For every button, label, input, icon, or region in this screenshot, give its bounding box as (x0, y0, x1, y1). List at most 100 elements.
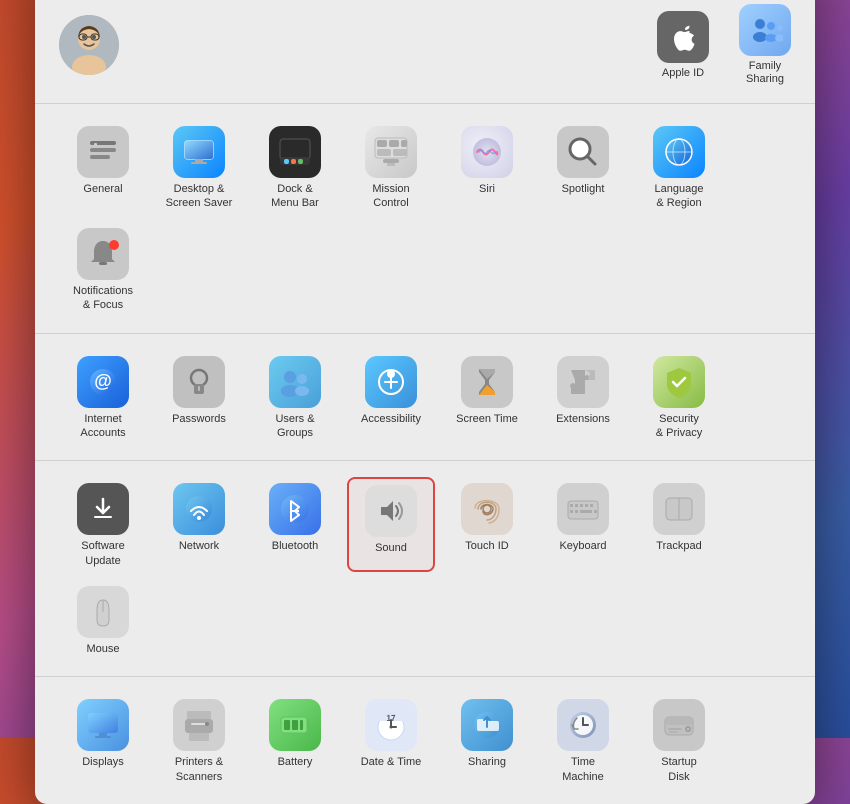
pref-item-general[interactable]: General (59, 120, 147, 215)
date-label: Date & Time (361, 755, 422, 769)
battery-icon (269, 699, 321, 751)
general-icon (77, 126, 129, 178)
printers-icon (173, 699, 225, 751)
pref-item-sharing[interactable]: Sharing (443, 693, 531, 788)
pref-item-touchid[interactable]: Touch ID (443, 477, 531, 572)
family-sharing-label: Family Sharing (746, 60, 784, 86)
pref-item-date[interactable]: 17 Date & Time (347, 693, 435, 788)
notifications-label: Notifications & Focus (73, 284, 133, 313)
system-preferences-window: ‹ › System Preferences (35, 0, 815, 804)
apple-id-label: Apple ID (662, 67, 704, 80)
pref-item-spotlight[interactable]: Spotlight (539, 120, 627, 215)
internet-label: Internet Accounts (80, 412, 125, 441)
trackpad-label: Trackpad (656, 539, 701, 553)
pref-item-mouse[interactable]: Mouse (59, 580, 147, 660)
softupdate-label: Software Update (81, 539, 124, 568)
pref-grid-row1: General (59, 120, 791, 317)
internet-icon: @ (77, 356, 129, 408)
timemachine-icon (557, 699, 609, 751)
touchid-label: Touch ID (465, 539, 508, 553)
section-row1: General (35, 104, 815, 334)
accessibility-icon (365, 356, 417, 408)
avatar-image (59, 15, 119, 75)
softupdate-icon (77, 483, 129, 535)
family-sharing-icon[interactable]: Family Sharing (739, 4, 791, 86)
startup-icon (653, 699, 705, 751)
date-icon: 17 (365, 699, 417, 751)
siri-icon (461, 126, 513, 178)
bluetooth-label: Bluetooth (272, 539, 318, 553)
pref-item-passwords[interactable]: Passwords (155, 350, 243, 445)
apple-id-icon[interactable]: Apple ID (657, 11, 709, 80)
accessibility-label: Accessibility (361, 412, 421, 426)
keyboard-icon (557, 483, 609, 535)
pref-grid-row3: Software Update (59, 477, 791, 660)
pref-item-printers[interactable]: Printers & Scanners (155, 693, 243, 788)
avatar[interactable] (59, 15, 119, 75)
general-label: General (83, 182, 122, 196)
screentime-icon (461, 356, 513, 408)
pref-item-internet[interactable]: @ Internet Accounts (59, 350, 147, 445)
svg-text:@: @ (94, 371, 112, 391)
pref-item-desktop[interactable]: Desktop & Screen Saver (155, 120, 243, 215)
trackpad-icon (653, 483, 705, 535)
pref-item-softupdate[interactable]: Software Update (59, 477, 147, 572)
profile-row: Apple ID Family Sharing (35, 0, 815, 104)
pref-item-extensions[interactable]: Extensions (539, 350, 627, 445)
pref-item-accessibility[interactable]: Accessibility (347, 350, 435, 445)
displays-label: Displays (82, 755, 124, 769)
mission-icon (365, 126, 417, 178)
mouse-icon (77, 586, 129, 638)
screentime-label: Screen Time (456, 412, 518, 426)
battery-label: Battery (278, 755, 313, 769)
apple-logo-icon (667, 21, 699, 53)
profile-icons: Apple ID Family Sharing (657, 4, 791, 86)
spotlight-icon (557, 126, 609, 178)
pref-item-notifications[interactable]: Notifications & Focus (59, 222, 147, 317)
passwords-label: Passwords (172, 412, 226, 426)
pref-item-language[interactable]: Language & Region (635, 120, 723, 215)
pref-item-trackpad[interactable]: Trackpad (635, 477, 723, 572)
users-icon (269, 356, 321, 408)
pref-item-dock[interactable]: Dock & Menu Bar (251, 120, 339, 215)
mission-label: Mission Control (372, 182, 409, 211)
pref-item-security[interactable]: Security & Privacy (635, 350, 723, 445)
timemachine-label: Time Machine (562, 755, 604, 784)
extensions-icon (557, 356, 609, 408)
pref-item-timemachine[interactable]: Time Machine (539, 693, 627, 788)
pref-item-siri[interactable]: Siri (443, 120, 531, 215)
pref-grid-row4: Displays Printers & Scanners (59, 693, 791, 788)
keyboard-label: Keyboard (559, 539, 606, 553)
pref-item-screentime[interactable]: Screen Time (443, 350, 531, 445)
language-icon (653, 126, 705, 178)
passwords-icon (173, 356, 225, 408)
pref-item-battery[interactable]: Battery (251, 693, 339, 788)
dock-label: Dock & Menu Bar (271, 182, 319, 211)
desktop-icon (173, 126, 225, 178)
pref-item-displays[interactable]: Displays (59, 693, 147, 788)
displays-icon (77, 699, 129, 751)
pref-item-users[interactable]: Users & Groups (251, 350, 339, 445)
family-sharing-image (747, 12, 783, 48)
mouse-label: Mouse (86, 642, 119, 656)
pref-item-startup[interactable]: Startup Disk (635, 693, 723, 788)
pref-item-sound[interactable]: Sound (347, 477, 435, 572)
sound-label: Sound (375, 541, 407, 555)
pref-item-bluetooth[interactable]: Bluetooth (251, 477, 339, 572)
startup-label: Startup Disk (661, 755, 696, 784)
section-row4: Displays Printers & Scanners (35, 677, 815, 804)
touchid-icon (461, 483, 513, 535)
printers-label: Printers & Scanners (175, 755, 223, 784)
sound-icon (365, 485, 417, 537)
section-row3: Software Update (35, 461, 815, 677)
pref-item-mission[interactable]: Mission Control (347, 120, 435, 215)
network-icon (173, 483, 225, 535)
security-icon (653, 356, 705, 408)
bluetooth-icon (269, 483, 321, 535)
pref-item-keyboard[interactable]: Keyboard (539, 477, 627, 572)
network-label: Network (179, 539, 219, 553)
siri-label: Siri (479, 182, 495, 196)
dock-icon (269, 126, 321, 178)
pref-item-network[interactable]: Network (155, 477, 243, 572)
extensions-label: Extensions (556, 412, 610, 426)
